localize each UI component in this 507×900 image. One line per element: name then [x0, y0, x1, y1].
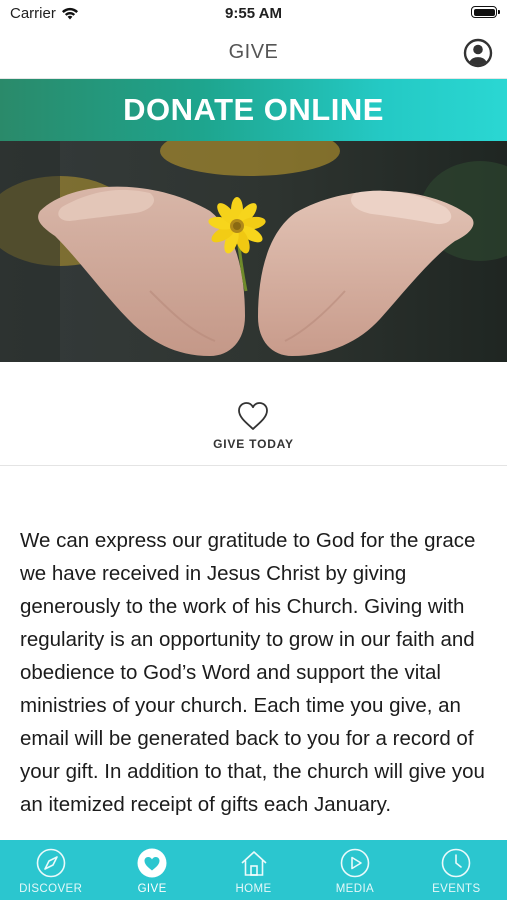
photo-hands-holding-yellow-flower [0, 141, 507, 362]
home-icon [240, 851, 267, 876]
tab-discover[interactable]: DISCOVER [0, 840, 101, 900]
tab-media[interactable]: MEDIA [304, 840, 405, 900]
heart-icon [137, 848, 167, 878]
hero-image [0, 141, 507, 362]
tab-home[interactable]: HOME [203, 840, 304, 900]
give-today-label: GIVE TODAY [213, 437, 294, 451]
tab-label: DISCOVER [19, 883, 83, 895]
status-time: 9:55 AM [225, 5, 282, 22]
tab-label: GIVE [137, 883, 167, 895]
tab-label: EVENTS [432, 883, 481, 895]
tab-events[interactable]: EVENTS [406, 840, 507, 900]
tab-bar: DISCOVER GIVE HOME MEDIA EVENTS [0, 840, 507, 900]
tab-give[interactable]: GIVE [101, 840, 202, 900]
tab-label: HOME [235, 883, 272, 895]
play-icon [340, 848, 370, 878]
heart-icon [238, 402, 268, 430]
tab-label: MEDIA [335, 883, 375, 895]
banner-title: DONATE ONLINE [123, 92, 384, 127]
person-icon[interactable] [463, 38, 493, 68]
giving-description: We can express our gratitude to God for … [20, 529, 485, 816]
battery-icon [471, 6, 500, 18]
clock-icon [442, 848, 471, 878]
page-title: GIVE [228, 41, 279, 63]
nav-header: GIVE [0, 28, 507, 79]
status-bar: Carrier 9:55 AM [0, 0, 507, 28]
give-today-button[interactable]: GIVE TODAY [0, 362, 507, 466]
compass-icon [36, 848, 66, 878]
donate-banner: DONATE ONLINE [0, 79, 507, 141]
